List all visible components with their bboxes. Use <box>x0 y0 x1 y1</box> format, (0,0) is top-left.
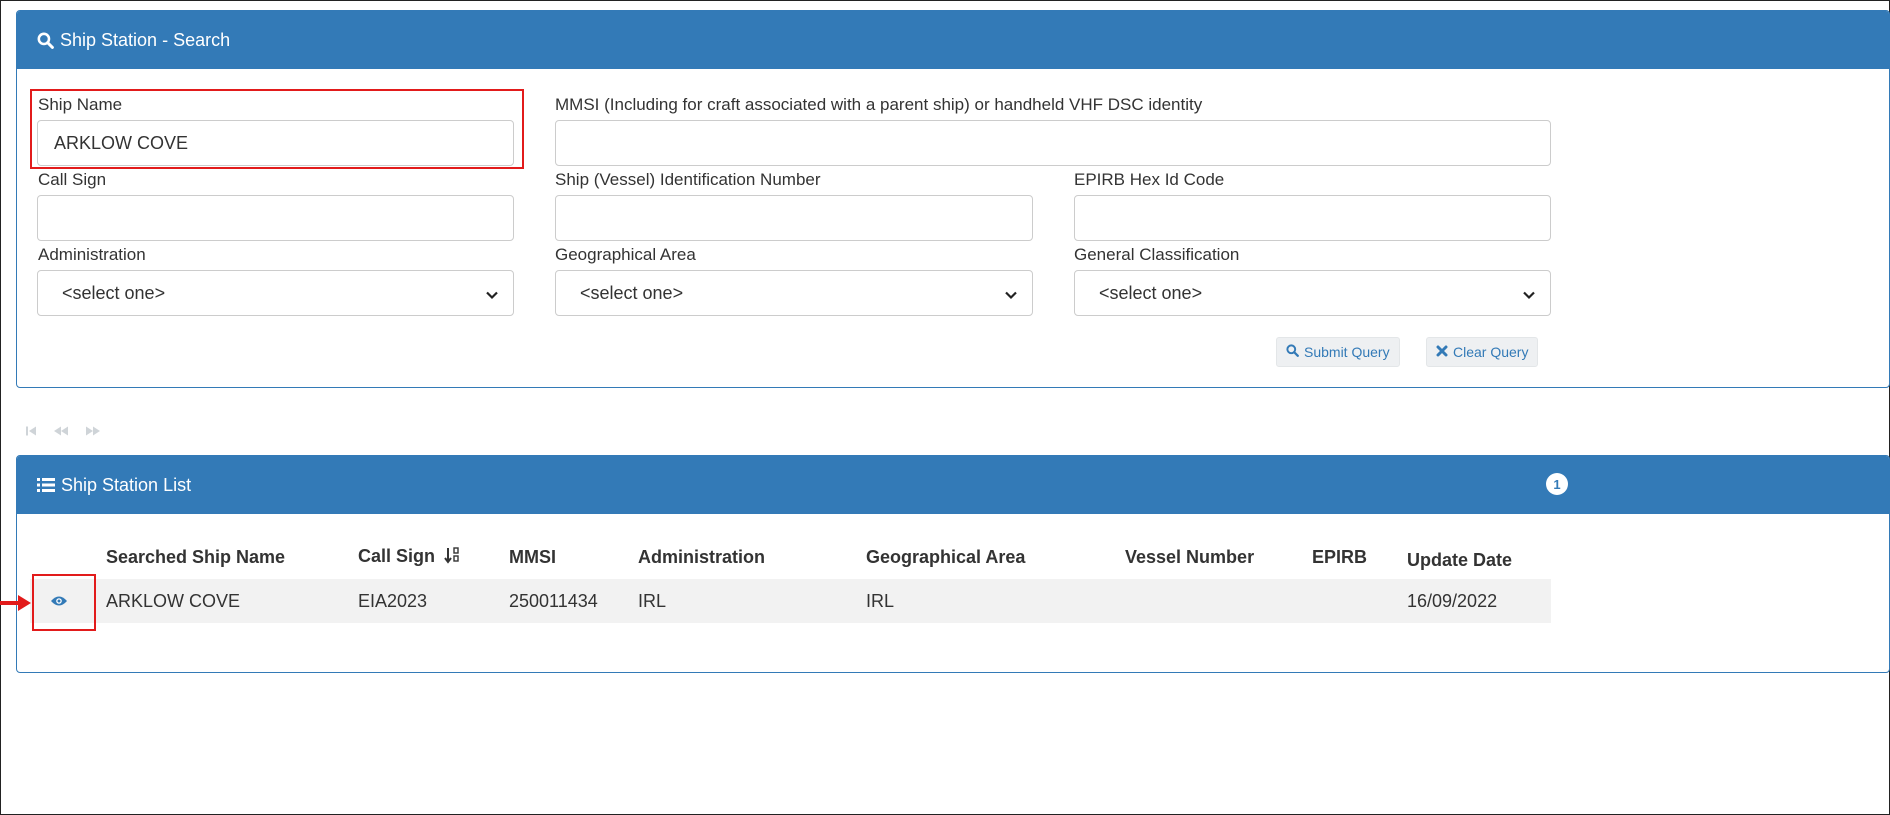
view-button-highlight-box <box>32 574 96 631</box>
administration-label: Administration <box>38 245 146 264</box>
column-header-vessel-number[interactable]: Vessel Number <box>1125 535 1312 579</box>
search-icon <box>1286 344 1299 360</box>
list-icon <box>37 477 55 493</box>
submit-query-label: Submit Query <box>1304 344 1390 360</box>
next-page-icon[interactable] <box>85 424 101 440</box>
pointer-arrow-icon <box>0 594 32 617</box>
column-header-administration[interactable]: Administration <box>638 535 866 579</box>
chevron-down-icon <box>485 286 499 307</box>
list-panel-heading: Ship Station List 1 <box>17 456 1889 514</box>
search-icon <box>37 32 54 49</box>
column-header-view <box>30 535 106 579</box>
geographical-area-select[interactable]: <select one> <box>555 270 1033 316</box>
column-header-call-sign[interactable]: Call Sign <box>358 535 509 579</box>
geographical-area-label: Geographical Area <box>555 245 696 264</box>
table-row: ARKLOW COVE EIA2023 250011434 IRL IRL 16… <box>30 579 1551 623</box>
previous-page-icon[interactable] <box>53 424 69 440</box>
cell-geographical-area: IRL <box>866 579 1125 623</box>
sort-icon <box>444 546 460 569</box>
list-panel-title: Ship Station List <box>61 474 192 495</box>
ship-id-number-input[interactable] <box>555 195 1033 241</box>
mmsi-label: MMSI (Including for craft associated wit… <box>555 95 1203 114</box>
administration-selected: <select one> <box>62 282 166 303</box>
epirb-hex-label: EPIRB Hex Id Code <box>1074 170 1225 189</box>
general-classification-label: General Classification <box>1074 245 1240 264</box>
chevron-down-icon <box>1004 286 1018 307</box>
column-header-mmsi[interactable]: MMSI <box>509 535 638 579</box>
general-classification-select[interactable]: <select one> <box>1074 270 1551 316</box>
cell-epirb <box>1312 579 1407 623</box>
column-header-geographical-area[interactable]: Geographical Area <box>866 535 1125 579</box>
administration-select[interactable]: <select one> <box>37 270 514 316</box>
pager <box>25 424 101 440</box>
search-panel-heading: Ship Station - Search <box>17 11 1889 69</box>
clear-query-label: Clear Query <box>1453 344 1529 360</box>
ship-id-number-label: Ship (Vessel) Identification Number <box>555 170 821 189</box>
epirb-hex-input[interactable] <box>1074 195 1551 241</box>
cell-ship-name: ARKLOW COVE <box>106 579 358 623</box>
clear-query-button[interactable]: Clear Query <box>1426 337 1539 367</box>
cell-mmsi: 250011434 <box>509 579 638 623</box>
call-sign-input[interactable] <box>37 195 514 241</box>
cell-administration: IRL <box>638 579 866 623</box>
column-header-ship-name[interactable]: Searched Ship Name <box>106 535 358 579</box>
first-page-icon[interactable] <box>25 424 37 440</box>
search-panel-title: Ship Station - Search <box>60 29 231 50</box>
cell-call-sign: EIA2023 <box>358 579 509 623</box>
column-header-update-date[interactable]: Update Date <box>1407 535 1551 579</box>
call-sign-label: Call Sign <box>38 170 107 189</box>
mmsi-input[interactable] <box>555 120 1551 166</box>
submit-query-button[interactable]: Submit Query <box>1276 337 1400 367</box>
column-header-epirb[interactable]: EPIRB <box>1312 535 1407 579</box>
cell-update-date: 16/09/2022 <box>1407 579 1551 623</box>
close-icon <box>1436 344 1448 360</box>
general-classification-selected: <select one> <box>1099 282 1203 303</box>
cell-vessel-number <box>1125 579 1312 623</box>
table-header-row: Searched Ship Name Call Sign MMSI Admini… <box>30 535 1551 579</box>
chevron-down-icon <box>1522 286 1536 307</box>
result-count-badge: 1 <box>1546 473 1568 495</box>
ship-name-highlight-box <box>30 89 524 169</box>
results-table: Searched Ship Name Call Sign MMSI Admini… <box>30 535 1551 623</box>
geographical-area-selected: <select one> <box>580 282 684 303</box>
